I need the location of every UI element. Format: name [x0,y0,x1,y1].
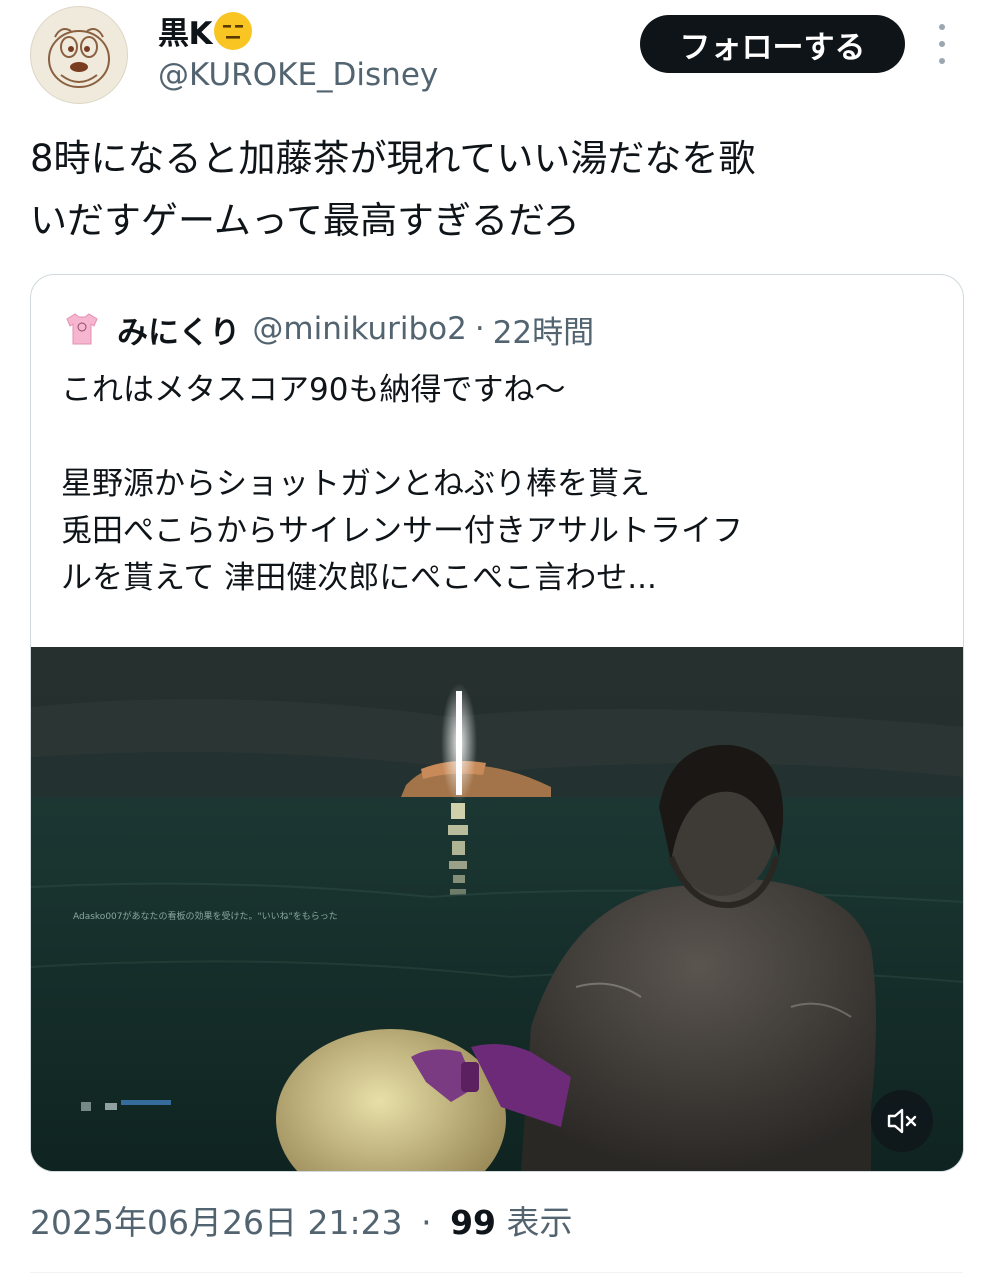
tweet-text: 8時になると加藤茶が現れていい湯だなを歌 いだすゲームって最高すぎるだろ [30,128,960,252]
meta-separator: · [474,311,485,347]
expressionless-face-emoji-icon [214,12,253,50]
tweet-text-line: いだすゲームって最高すぎるだろ [30,199,580,242]
author-display-name[interactable]: 黒K [158,8,253,53]
tweet-date[interactable]: 2025年06月26日 21:23 [30,1203,403,1242]
pink-shirt-avatar-icon[interactable] [63,310,101,348]
quoted-tweet-header: みにくり @minikuribo2 · 22時間 [63,305,594,353]
video-frame-hot-spring-scene: Adasko007があなたの看板の効果を受けた。"いいね"をもらった [31,647,963,1171]
author-handle[interactable]: @KUROKE_Disney [158,57,438,93]
author-name-text: 黒K [158,16,213,52]
tweet-timestamp-row: 2025年06月26日 21:23 · 99 表示 [30,1196,573,1244]
muted-speaker-icon[interactable] [871,1090,933,1152]
hud-icon [81,1102,91,1111]
views-count: 99 [450,1203,496,1242]
more-options-icon[interactable] [932,24,952,64]
drawn-face-avatar-image [48,28,110,88]
quoted-text-line: これはメタスコア90も納得ですね〜 [61,372,566,408]
quoted-video[interactable]: Adasko007があなたの看板の効果を受けた。"いいね"をもらった [31,647,963,1171]
meta-separator: · [421,1203,432,1242]
game-notification-text: Adasko007があなたの看板の効果を受けた。"いいね"をもらった [73,910,338,922]
quoted-text-line: 兎田ぺこらからサイレンサー付きアサルトライフ [61,513,743,549]
quoted-text-line: ルを貰えて 津田健次郎にぺこぺこ言わせ... [61,560,657,596]
quoted-author-handle[interactable]: @minikuribo2 [252,311,466,347]
tweet-text-line: 8時になると加藤茶が現れていい湯だなを歌 [30,137,756,180]
quoted-tweet-card[interactable]: みにくり @minikuribo2 · 22時間 これはメタスコア90も納得です… [30,274,964,1172]
follow-button[interactable]: フォローする [640,15,905,73]
divider [30,1272,963,1273]
quoted-text-line: 星野源からショットガンとねぶり棒を貰え [61,466,650,502]
author-avatar[interactable] [30,6,128,104]
views-label: 表示 [506,1203,573,1242]
quoted-time-ago[interactable]: 22時間 [493,307,594,352]
quoted-author-name[interactable]: みにくり [117,307,240,352]
quoted-text-line [61,414,941,461]
quoted-tweet-text: これはメタスコア90も納得ですね〜 星野源からショットガンとねぶり棒を貰え 兎田… [61,367,941,602]
